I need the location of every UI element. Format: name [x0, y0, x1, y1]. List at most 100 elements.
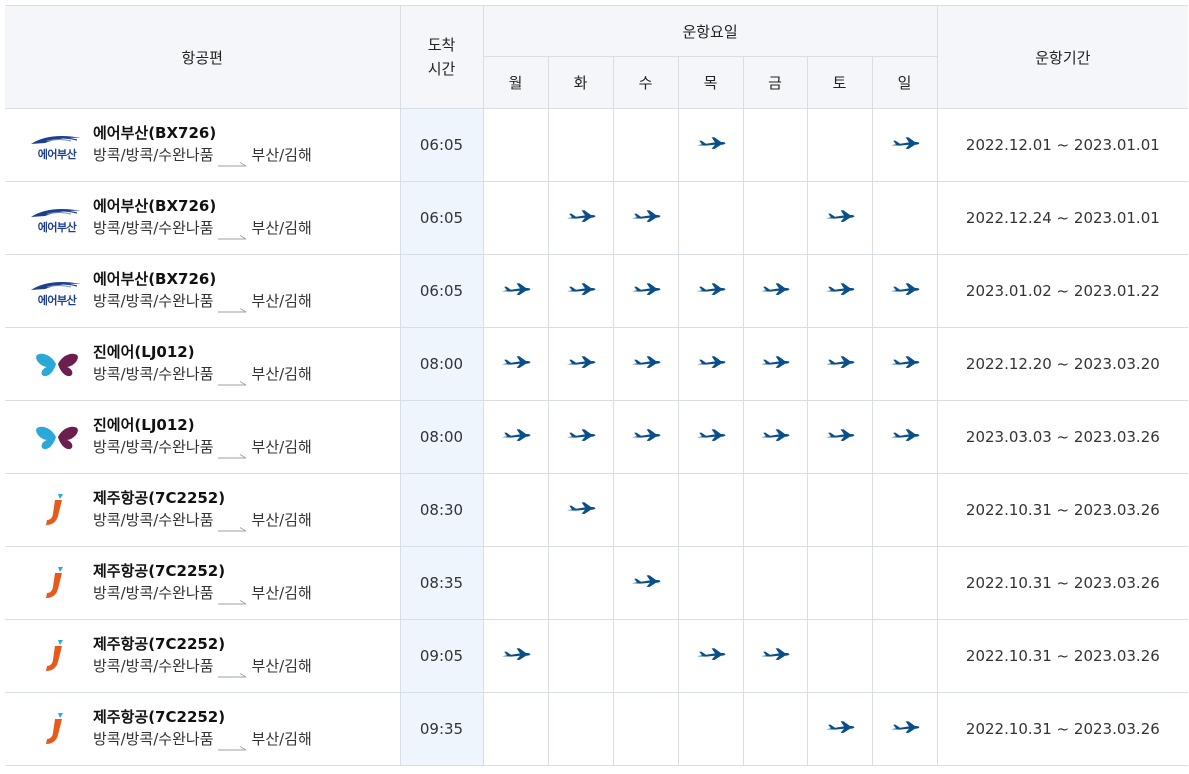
- flight-name: 진에어(LJ012): [93, 416, 195, 434]
- route-destination: 부산/김해: [251, 219, 312, 237]
- arrival-time: 08:35: [399, 546, 484, 620]
- day-fri-cell: [742, 400, 808, 474]
- plane-icon: [696, 428, 726, 442]
- day-mon-cell: [482, 400, 549, 474]
- airline-logo: [25, 344, 89, 384]
- day-fri-cell: [742, 181, 808, 255]
- plane-icon: [696, 136, 726, 150]
- header-day-thu: 목: [677, 56, 744, 109]
- route-destination: 부산/김해: [251, 657, 312, 675]
- route-origin: 방콕/방콕/수완나품: [93, 292, 214, 310]
- flight-route: 방콕/방콕/수완나품 부산/김해: [93, 508, 312, 532]
- route-arrow-icon: [217, 224, 248, 240]
- header-day-mon: 월: [483, 56, 549, 109]
- plane-icon: [825, 720, 855, 734]
- day-sun-cell: [871, 254, 938, 328]
- route-destination: 부산/김해: [251, 146, 312, 164]
- day-wed-cell: [612, 327, 679, 401]
- route-destination: 부산/김해: [251, 584, 312, 602]
- day-sat-cell: [806, 327, 873, 401]
- day-fri-cell: [742, 546, 808, 620]
- day-sat-cell: [806, 254, 873, 328]
- day-thu-cell: [677, 692, 744, 766]
- plane-icon: [696, 282, 726, 296]
- header-days-group: 운항요일: [482, 5, 938, 57]
- day-fri-cell: [742, 692, 808, 766]
- plane-icon: [566, 501, 596, 515]
- day-sun-cell: [871, 181, 938, 255]
- flight-name: 에어부산(BX726): [93, 124, 217, 142]
- route-destination: 부산/김해: [251, 292, 312, 310]
- plane-icon: [631, 574, 661, 588]
- operating-period: 2023.01.02 ~ 2023.01.22: [936, 254, 1189, 328]
- day-tue-cell: [547, 254, 614, 328]
- route-destination: 부산/김해: [251, 730, 312, 748]
- route-arrow-icon: [217, 662, 248, 678]
- arrival-time: 08:30: [399, 473, 484, 547]
- day-wed-cell: [612, 692, 679, 766]
- flight-cell: 에어부산 에어부산(BX726) 방콕/방콕/수완나품 부산/김해: [5, 254, 401, 328]
- header-period: 운항기간: [936, 5, 1189, 109]
- route-arrow-icon: [217, 297, 248, 313]
- day-tue-cell: [547, 400, 614, 474]
- day-fri-cell: [742, 327, 808, 401]
- table-row: 제주항공(7C2252) 방콕/방콕/수완나품 부산/김해 08:30 2022.10.…: [5, 473, 1189, 547]
- plane-icon: [501, 355, 531, 369]
- airline-logo: [25, 490, 89, 530]
- flight-route: 방콕/방콕/수완나품 부산/김해: [93, 581, 312, 605]
- plane-icon: [501, 282, 531, 296]
- table-row: 진에어(LJ012) 방콕/방콕/수완나품 부산/김해 08:00 2023.03.03…: [5, 400, 1189, 474]
- flight-route: 방콕/방콕/수완나품 부산/김해: [93, 654, 312, 678]
- day-wed-cell: [612, 473, 679, 547]
- plane-icon: [890, 136, 920, 150]
- plane-icon: [501, 647, 531, 661]
- airline-logo: [25, 417, 89, 457]
- day-mon-cell: [482, 108, 549, 182]
- flight-route: 방콕/방콕/수완나품 부산/김해: [93, 216, 312, 240]
- header-day-tue: 화: [547, 56, 614, 109]
- airline-logo: [25, 636, 89, 676]
- plane-icon: [890, 355, 920, 369]
- route-origin: 방콕/방콕/수완나품: [93, 438, 214, 456]
- route-arrow-icon: [217, 735, 248, 751]
- header-day-sun: 일: [871, 56, 938, 109]
- arrival-time: 06:05: [399, 254, 484, 328]
- day-sun-cell: [871, 327, 938, 401]
- plane-icon: [825, 355, 855, 369]
- flight-route: 방콕/방콕/수완나품 부산/김해: [93, 289, 312, 313]
- plane-icon: [760, 282, 790, 296]
- day-fri-cell: [742, 254, 808, 328]
- flight-cell: 제주항공(7C2252) 방콕/방콕/수완나품 부산/김해: [5, 619, 401, 693]
- day-sun-cell: [871, 619, 938, 693]
- operating-period: 2022.10.31 ~ 2023.03.26: [936, 546, 1189, 620]
- day-thu-cell: [677, 108, 744, 182]
- route-origin: 방콕/방콕/수완나품: [93, 730, 214, 748]
- day-mon-cell: [482, 327, 549, 401]
- header-day-wed: 수: [612, 56, 679, 109]
- day-sun-cell: [871, 473, 938, 547]
- operating-period: 2022.10.31 ~ 2023.03.26: [936, 473, 1189, 547]
- flight-name: 에어부산(BX726): [93, 270, 217, 288]
- day-sun-cell: [871, 400, 938, 474]
- flight-name: 제주항공(7C2252): [93, 635, 226, 653]
- route-origin: 방콕/방콕/수완나품: [93, 657, 214, 675]
- route-arrow-icon: [217, 516, 248, 532]
- airline-logo: 에어부산: [25, 125, 89, 165]
- header-arrival: 도착 시간: [399, 5, 484, 109]
- day-fri-cell: [742, 619, 808, 693]
- route-arrow-icon: [217, 370, 248, 386]
- flight-cell: 진에어(LJ012) 방콕/방콕/수완나품 부산/김해: [5, 327, 401, 401]
- arrival-time: 06:05: [399, 181, 484, 255]
- flight-route: 방콕/방콕/수완나품 부산/김해: [93, 143, 312, 167]
- day-wed-cell: [612, 108, 679, 182]
- route-origin: 방콕/방콕/수완나품: [93, 365, 214, 383]
- flight-name: 진에어(LJ012): [93, 343, 195, 361]
- arrival-time: 09:35: [399, 692, 484, 766]
- route-arrow-icon: [217, 443, 248, 459]
- operating-period: 2023.03.03 ~ 2023.03.26: [936, 400, 1189, 474]
- day-mon-cell: [482, 473, 549, 547]
- table-row: 에어부산 에어부산(BX726) 방콕/방콕/수완나품 부산/김해 06:05 2022.…: [5, 108, 1189, 182]
- day-tue-cell: [547, 619, 614, 693]
- plane-icon: [825, 282, 855, 296]
- day-tue-cell: [547, 181, 614, 255]
